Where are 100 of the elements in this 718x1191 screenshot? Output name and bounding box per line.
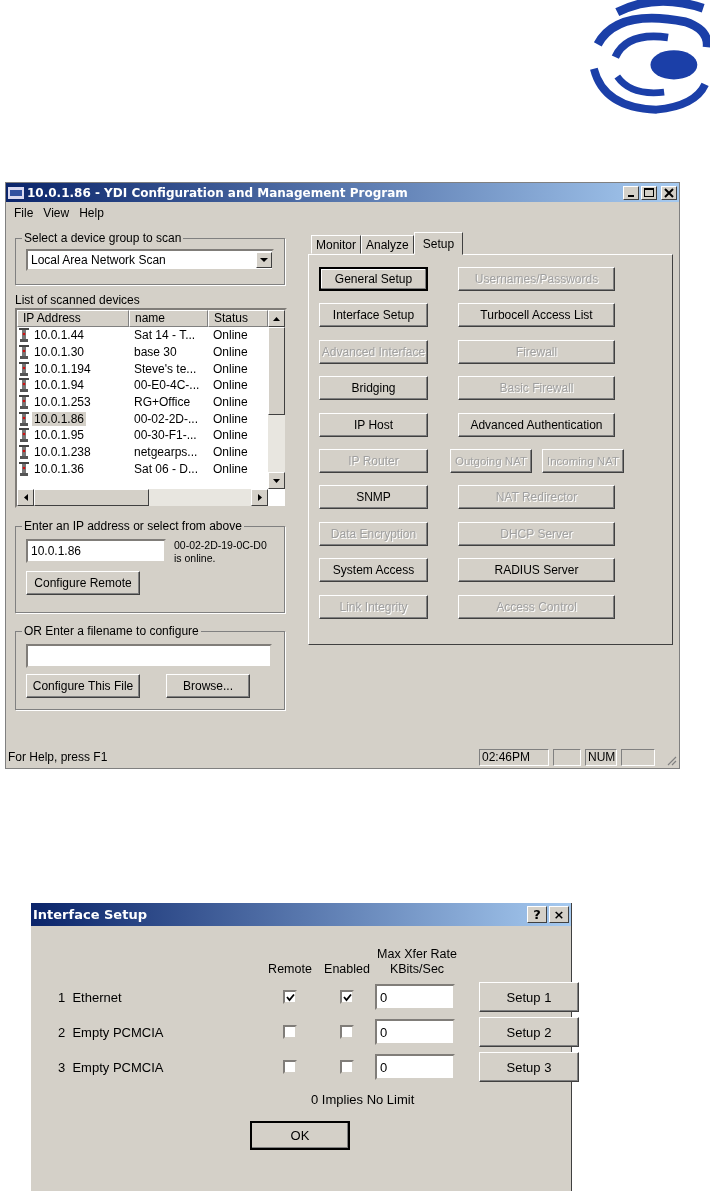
scroll-down-icon (273, 478, 280, 483)
device-icon (19, 345, 29, 360)
device-row[interactable]: 10.0.1.95 00-30-F1-... Online (17, 427, 268, 444)
setup-button[interactable]: Interface Setup (319, 303, 428, 328)
setup-button[interactable]: General Setup (319, 267, 428, 291)
enabled-checkbox[interactable] (340, 990, 354, 1004)
interface-label: 2 Empty PCMCIA (58, 1024, 165, 1040)
device-group-dropdown[interactable]: Local Area Network Scan (26, 249, 274, 271)
minimize-button[interactable] (623, 185, 639, 200)
setup-button[interactable]: Setup 1 (479, 982, 579, 1012)
caret-icon (260, 257, 268, 263)
menu-item[interactable]: Help (74, 205, 109, 220)
device-row[interactable]: 10.0.1.30 base 30 Online (17, 343, 268, 361)
setup-button[interactable]: Turbocell Access List (458, 303, 615, 328)
column-header[interactable]: Status (208, 310, 268, 327)
close-button[interactable]: × (549, 906, 569, 923)
setup-button[interactable]: Bridging (319, 376, 428, 401)
device-name: netgearps... (133, 445, 199, 460)
column-header[interactable]: name (129, 310, 208, 327)
device-row[interactable]: 10.0.1.94 00-E0-4C-... Online (17, 377, 268, 394)
ip-address: 10.0.1.194 (33, 361, 92, 376)
interface-label: 1 Ethernet (58, 989, 123, 1005)
device-row[interactable]: 10.0.1.86 00-02-2D-... Online (17, 410, 268, 428)
vertical-scrollbar[interactable] (268, 310, 285, 489)
column-header: Enabled (323, 962, 371, 977)
filename-field[interactable] (26, 644, 272, 668)
setup-button[interactable]: Advanced Authentication (458, 412, 615, 437)
column-header: Remote (267, 962, 313, 977)
device-status: Online (212, 395, 249, 410)
remote-checkbox[interactable] (283, 990, 297, 1004)
status-panel: 02:46PM (479, 748, 549, 766)
status-panel: NUM (585, 748, 617, 766)
close-button[interactable] (661, 185, 677, 200)
tab[interactable]: Monitor (311, 235, 361, 254)
device-name: Sat 14 - T... (133, 328, 197, 343)
status-panel (621, 748, 655, 766)
ip-address: 10.0.1.238 (33, 445, 92, 460)
rate-field[interactable]: 0 (375, 1054, 455, 1080)
rate-field[interactable]: 0 (375, 984, 455, 1010)
interface-label: 3 Empty PCMCIA (58, 1059, 165, 1075)
device-icon (19, 445, 29, 460)
dialog-title: Interface Setup (33, 907, 147, 922)
scroll-up-icon (273, 316, 280, 321)
rate-field[interactable]: 0 (375, 1019, 455, 1045)
device-status: Online (212, 445, 249, 460)
device-row[interactable]: 10.0.1.36 Sat 06 - D... Online (17, 460, 268, 478)
device-name: 00-02-2D-... (133, 411, 200, 426)
setup-button[interactable]: System Access (319, 558, 428, 583)
ok-button[interactable]: OK (250, 1121, 350, 1150)
device-icon (19, 395, 29, 410)
help-button[interactable]: ? (527, 906, 547, 923)
maximize-button[interactable] (641, 185, 657, 200)
remote-checkbox[interactable] (283, 1060, 297, 1074)
list-label: List of scanned devices (15, 293, 141, 307)
device-row[interactable]: 10.0.1.238 netgearps... Online (17, 443, 268, 461)
menu-item[interactable]: View (38, 205, 75, 220)
status-panel (553, 748, 581, 766)
menu-item[interactable]: File (9, 205, 39, 220)
enabled-checkbox[interactable] (340, 1025, 354, 1039)
resize-grip-icon[interactable] (665, 754, 677, 766)
ip-address: 10.0.1.30 (33, 345, 86, 360)
device-name: Sat 06 - D... (133, 461, 200, 476)
setup-button[interactable]: Setup 2 (479, 1017, 579, 1047)
ip-address: 10.0.1.36 (33, 461, 86, 476)
group-label: OR Enter a filename to configure (23, 624, 200, 638)
device-name: 00-E0-4C-... (133, 378, 201, 393)
device-status: Online (212, 328, 249, 343)
note-text: 0 Implies No Limit (311, 1092, 416, 1107)
device-status: Online (212, 361, 249, 376)
device-name: RG+Office (133, 395, 192, 410)
ip-address: 10.0.1.86 (32, 411, 87, 426)
horizontal-scrollbar[interactable] (17, 489, 268, 506)
maximize-icon (644, 187, 654, 198)
device-status: Online (212, 378, 249, 393)
setup-button[interactable]: SNMP (319, 485, 428, 510)
enabled-checkbox[interactable] (340, 1060, 354, 1074)
group-label: Enter an IP address or select from above (23, 519, 243, 533)
device-status: Online (212, 461, 249, 476)
device-icon (19, 461, 29, 476)
configure-remote-button[interactable]: Configure Remote (26, 571, 140, 595)
device-row[interactable]: 10.0.1.253 RG+Office Online (17, 393, 268, 411)
column-header: Max Xfer Rate KBits/Sec (376, 947, 458, 977)
device-icon (19, 378, 29, 393)
device-icon (19, 411, 29, 426)
setup-button[interactable]: IP Host (319, 412, 428, 437)
device-status: Online (212, 345, 249, 360)
column-header[interactable]: IP Address (17, 310, 129, 327)
remote-checkbox[interactable] (283, 1025, 297, 1039)
device-icon (19, 428, 29, 443)
file-button[interactable]: Browse... (166, 674, 250, 698)
ip-address-field[interactable]: 10.0.1.86 (26, 539, 166, 563)
device-row[interactable]: 10.0.1.44 Sat 14 - T... Online (17, 327, 268, 344)
setup-button[interactable]: RADIUS Server (458, 558, 615, 583)
setup-button[interactable]: Setup 3 (479, 1052, 579, 1082)
group-label: Select a device group to scan (23, 231, 183, 245)
tab[interactable]: Setup (413, 232, 464, 255)
device-row[interactable]: 10.0.1.194 Steve's te... Online (17, 360, 268, 378)
tab[interactable]: Analyze (361, 235, 414, 254)
device-status-text: 00-02-2D-19-0C-D0 is online. (174, 539, 268, 565)
file-button[interactable]: Configure This File (26, 674, 140, 698)
